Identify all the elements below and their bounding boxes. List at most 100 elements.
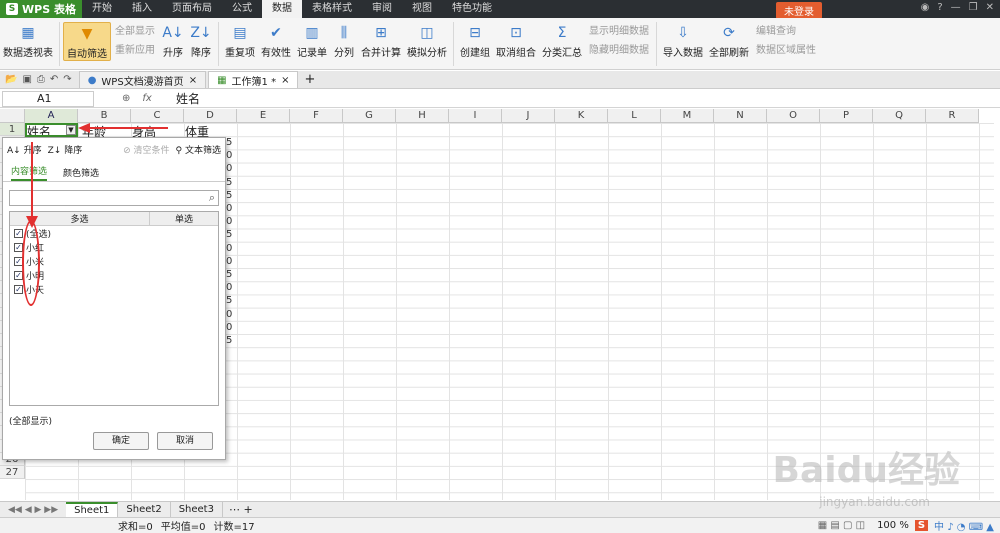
column-header[interactable]: K <box>555 109 608 123</box>
redo-icon[interactable]: ↷ <box>63 74 71 85</box>
autofilter-button[interactable]: ▼ 自动筛选 <box>63 22 111 61</box>
skin-icon[interactable]: ◉ <box>921 2 930 13</box>
refresh-all-button[interactable]: ⟳ 全部刷新 <box>706 22 752 59</box>
column-header[interactable]: F <box>290 109 343 123</box>
cell-value[interactable]: 5 <box>226 177 232 188</box>
zoom-icon[interactable]: ⊕ <box>122 93 130 104</box>
cancel-button[interactable]: 取消 <box>157 432 213 450</box>
subtotal-button[interactable]: Σ 分类汇总 <box>539 22 585 59</box>
cell-value[interactable]: 5 <box>226 137 232 148</box>
text-filter-button[interactable]: ⚲ 文本筛选 <box>176 143 221 156</box>
sort-asc-button[interactable]: A↓ 升序 <box>159 22 187 59</box>
filter-item[interactable]: ✓ 小红 <box>10 240 218 254</box>
hide-detail-button[interactable]: 隐藏明细数据 <box>589 41 649 56</box>
menu-data[interactable]: 数据 <box>262 0 302 18</box>
select-all-corner[interactable] <box>0 109 25 123</box>
show-all-button[interactable]: 全部显示 <box>115 22 155 37</box>
cell-value[interactable]: 0 <box>226 216 232 227</box>
group-button[interactable]: ⊟ 创建组 <box>457 22 493 59</box>
fx-icon[interactable]: fx <box>142 93 151 104</box>
help-icon[interactable]: ? <box>937 2 942 13</box>
show-detail-button[interactable]: 显示明细数据 <box>589 22 649 37</box>
filter-item[interactable]: ✓ 小明 <box>10 268 218 282</box>
menu-view[interactable]: 视图 <box>402 0 442 18</box>
menu-review[interactable]: 审阅 <box>362 0 402 18</box>
column-header[interactable]: R <box>926 109 979 123</box>
cell-value[interactable]: 5 <box>226 335 232 346</box>
consolidate-button[interactable]: ⊞ 合并计算 <box>358 22 404 59</box>
column-header[interactable]: H <box>396 109 449 123</box>
edit-query-button[interactable]: 编辑查询 <box>756 22 816 37</box>
cell-value[interactable]: 0 <box>226 256 232 267</box>
cell-value[interactable]: 0 <box>226 203 232 214</box>
sheet-tab-3[interactable]: Sheet3 <box>171 501 223 518</box>
checkbox-icon[interactable]: ✓ <box>14 284 23 294</box>
clear-condition-button[interactable]: ⊘ 清空条件 <box>123 143 169 156</box>
column-header[interactable]: N <box>714 109 767 123</box>
filter-item[interactable]: ✓ 小米 <box>10 254 218 268</box>
column-header[interactable]: I <box>449 109 502 123</box>
restore-icon[interactable]: ❐ <box>969 2 978 13</box>
cell-value[interactable]: 0 <box>226 150 232 161</box>
column-header[interactable]: A <box>25 109 78 123</box>
cell-value[interactable]: 0 <box>226 163 232 174</box>
search-icon[interactable]: ⌕ <box>209 191 215 205</box>
column-header[interactable]: G <box>343 109 396 123</box>
range-props-button[interactable]: 数据区域属性 <box>756 41 816 56</box>
column-header[interactable]: L <box>608 109 661 123</box>
column-header[interactable]: Q <box>873 109 926 123</box>
menu-formula[interactable]: 公式 <box>222 0 262 18</box>
name-box[interactable]: A1 <box>2 90 94 107</box>
validation-button[interactable]: ✔ 有效性 <box>258 22 294 59</box>
column-header[interactable]: M <box>661 109 714 123</box>
column-header[interactable]: E <box>237 109 290 123</box>
filter-dropdown-button[interactable]: ▼ <box>66 125 76 135</box>
single-select-tab[interactable]: 单选 <box>150 212 218 225</box>
cell-value[interactable]: 0 <box>226 309 232 320</box>
split-button[interactable]: ⫼ 分列 <box>330 22 358 59</box>
column-header[interactable]: J <box>502 109 555 123</box>
minimize-icon[interactable]: — <box>951 2 961 13</box>
row-header[interactable]: 1 <box>0 123 25 137</box>
popup-sort-desc[interactable]: Z↓ 降序 <box>48 143 83 156</box>
sheet-tab-1[interactable]: Sheet1 <box>66 501 119 518</box>
cell-value[interactable]: 0 <box>226 243 232 254</box>
app-logo[interactable]: S WPS 表格 <box>0 0 82 18</box>
formula-input[interactable]: 姓名 <box>168 90 200 107</box>
tab-home-doc[interactable]: ● WPS文档漫游首页 × <box>78 71 207 88</box>
save-icon[interactable]: ▣ <box>22 74 31 85</box>
menu-insert[interactable]: 插入 <box>122 0 162 18</box>
login-button[interactable]: 未登录 <box>776 2 822 19</box>
add-sheet-icon[interactable]: ⋯ + <box>223 503 259 516</box>
ok-button[interactable]: 确定 <box>93 432 149 450</box>
close-icon[interactable]: × <box>189 75 197 86</box>
column-header[interactable]: D <box>184 109 237 123</box>
close-icon[interactable]: ✕ <box>986 2 994 13</box>
whatif-button[interactable]: ◫ 模拟分析 <box>404 22 450 59</box>
record-button[interactable]: ▥ 记录单 <box>294 22 330 59</box>
menu-layout[interactable]: 页面布局 <box>162 0 222 18</box>
import-button[interactable]: ⇩ 导入数据 <box>660 22 706 59</box>
print-icon[interactable]: ⎙ <box>37 74 45 85</box>
cell-value[interactable]: 5 <box>226 295 232 306</box>
sheet-nav-icons[interactable]: ◀◀ ◀ ▶ ▶▶ <box>0 505 66 515</box>
pivot-button[interactable]: ▦ 数据透视表 <box>0 22 56 59</box>
undo-icon[interactable]: ↶ <box>50 74 58 85</box>
cell-value[interactable]: 5 <box>226 269 232 280</box>
menu-special[interactable]: 特色功能 <box>442 0 502 18</box>
column-header[interactable]: O <box>767 109 820 123</box>
tab-color-filter[interactable]: 颜色筛选 <box>63 166 99 181</box>
close-icon[interactable]: × <box>281 75 289 86</box>
column-header[interactable]: P <box>820 109 873 123</box>
cell-value[interactable]: 5 <box>226 229 232 240</box>
filter-item[interactable]: ✓ 小天 <box>10 282 218 296</box>
cell-value[interactable]: 0 <box>226 322 232 333</box>
cell-value[interactable]: 0 <box>226 282 232 293</box>
zoom-level[interactable]: 100 % <box>877 520 909 531</box>
row-header[interactable]: 27 <box>0 465 25 480</box>
view-icons[interactable]: ▦ ▤ ▢ ◫ <box>818 520 865 531</box>
cell-value[interactable]: 5 <box>226 190 232 201</box>
sheet-tab-2[interactable]: Sheet2 <box>118 501 171 518</box>
menu-home[interactable]: 开始 <box>82 0 122 18</box>
open-icon[interactable]: 📂 <box>5 74 17 85</box>
